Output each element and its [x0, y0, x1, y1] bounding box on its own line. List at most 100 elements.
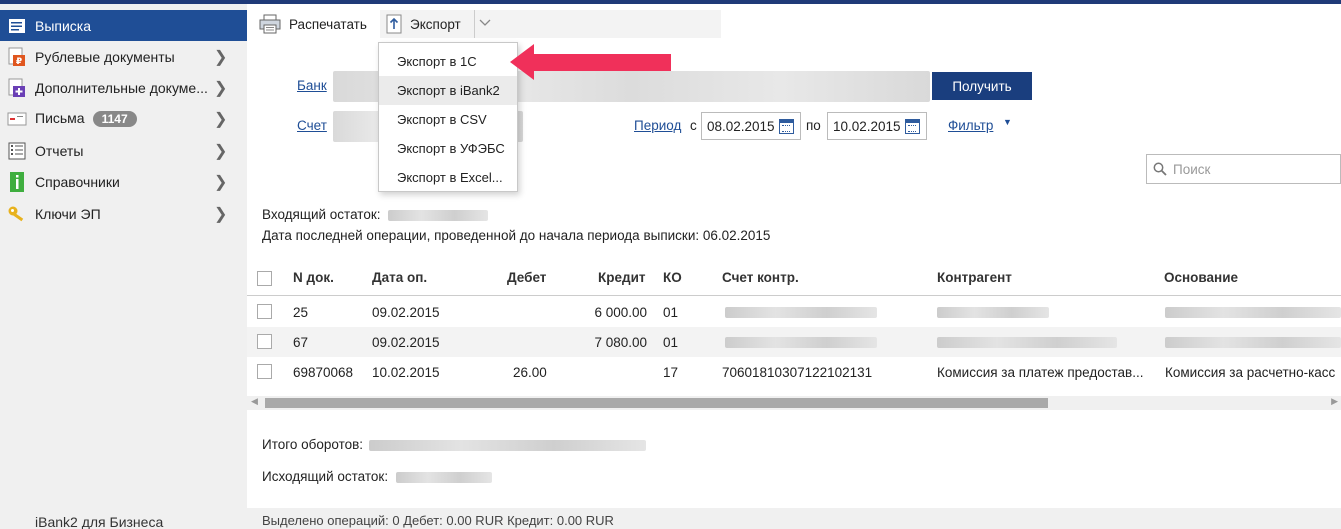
- report-icon: [7, 141, 27, 161]
- scrollbar-thumb[interactable]: [265, 398, 1048, 408]
- selection-summary: Выделено операций: 0 Дебет: 0.00 RUR Кре…: [262, 513, 614, 528]
- product-name: iBank2 для Бизнеса: [35, 514, 164, 529]
- sidebar-item-label: Отчеты: [35, 142, 84, 159]
- cell-doc-number: 25: [293, 305, 309, 320]
- from-label: с: [690, 118, 697, 133]
- sidebar-item-signature-keys[interactable]: Ключи ЭП ❯: [0, 198, 247, 229]
- column-header-counter-account[interactable]: Счет контр.: [722, 270, 799, 285]
- cell-doc-number: 69870068: [293, 365, 354, 380]
- period-link[interactable]: Период: [634, 118, 681, 133]
- calendar-icon[interactable]: [779, 119, 794, 134]
- scroll-right-icon[interactable]: ▶: [1331, 396, 1338, 407]
- cell-counterparty: Комиссия за платеж предостав...: [937, 365, 1144, 380]
- sidebar-item-label: Ключи ЭП: [35, 205, 101, 222]
- date-from-field[interactable]: 08.02.2015: [701, 112, 801, 140]
- export-dropdown-toggle[interactable]: [474, 10, 494, 38]
- search-icon: [1153, 162, 1167, 179]
- column-header-counterparty[interactable]: Контрагент: [937, 270, 1012, 285]
- menu-item-export-ufebs[interactable]: Экспорт в УФЭБС: [379, 134, 517, 163]
- toolbar: Распечатать Экспорт: [247, 4, 1341, 42]
- sidebar-item-directories[interactable]: Справочники ❯: [0, 166, 247, 197]
- chevron-right-icon: ❯: [214, 48, 228, 66]
- chevron-right-icon: ❯: [214, 205, 228, 223]
- select-all-checkbox[interactable]: [257, 271, 272, 286]
- sidebar-item-label: Письма 1147: [35, 110, 137, 127]
- ruble-document-icon: ₽: [7, 47, 27, 67]
- menu-item-export-1c[interactable]: Экспорт в 1С: [379, 47, 517, 76]
- sidebar-item-letters[interactable]: Письма 1147 ❯: [0, 103, 247, 134]
- chevron-right-icon: ❯: [214, 142, 228, 160]
- status-bar: Выделено операций: 0 Дебет: 0.00 RUR Кре…: [247, 508, 1341, 529]
- annotation-arrow-icon: [510, 44, 671, 80]
- get-statement-button[interactable]: Получить: [932, 72, 1032, 100]
- sidebar-item-label: Рублевые документы: [35, 48, 175, 65]
- cell-counter-account: 70601810307122102131: [722, 365, 873, 380]
- horizontal-scrollbar[interactable]: ◀ ▶: [247, 396, 1341, 410]
- print-button[interactable]: Распечатать: [259, 10, 367, 38]
- sidebar-item-statement[interactable]: Выписка: [0, 10, 247, 41]
- scroll-left-icon[interactable]: ◀: [251, 396, 258, 407]
- column-header-credit[interactable]: Кредит: [598, 270, 645, 285]
- cell-ko: 17: [663, 365, 679, 380]
- table-header-divider: [247, 295, 1341, 296]
- calendar-icon[interactable]: [905, 119, 920, 134]
- export-arrow-icon: [386, 14, 402, 34]
- statement-icon: [7, 16, 27, 36]
- svg-text:₽: ₽: [16, 57, 22, 67]
- cell-debit: 26.00: [513, 365, 547, 380]
- redacted-basis: [1165, 307, 1341, 318]
- column-header-operation-date[interactable]: Дата оп.: [372, 270, 427, 285]
- chevron-right-icon: ❯: [214, 173, 228, 191]
- column-header-debit[interactable]: Дебет: [507, 270, 546, 285]
- row-checkbox[interactable]: [257, 304, 272, 319]
- sidebar-item-reports[interactable]: Отчеты ❯: [0, 135, 247, 166]
- chevron-right-icon: ❯: [214, 79, 228, 97]
- menu-item-export-excel[interactable]: Экспорт в Excel...: [379, 163, 517, 192]
- menu-item-export-csv[interactable]: Экспорт в CSV: [379, 105, 517, 134]
- chevron-right-icon: ❯: [214, 110, 228, 128]
- account-link[interactable]: Счет: [297, 118, 327, 133]
- opening-balance: Входящий остаток:: [262, 207, 489, 222]
- cell-ko: 01: [663, 335, 679, 350]
- redacted-counter-account: [725, 307, 877, 318]
- export-menu: Экспорт в 1С Экспорт в iBank2 Экспорт в …: [378, 42, 518, 192]
- export-button[interactable]: Экспорт: [380, 10, 721, 38]
- cell-operation-date: 10.02.2015: [372, 365, 440, 380]
- table-row[interactable]: 67 09.02.2015 7 080.00 01: [247, 327, 1341, 357]
- row-checkbox[interactable]: [257, 364, 272, 379]
- menu-item-export-ibank2[interactable]: Экспорт в iBank2: [379, 76, 517, 105]
- printer-icon: [259, 14, 281, 34]
- column-header-basis[interactable]: Основание: [1164, 270, 1238, 285]
- table-row[interactable]: 69870068 10.02.2015 26.00 17 70601810307…: [247, 357, 1341, 387]
- row-checkbox[interactable]: [257, 334, 272, 349]
- closing-balance: Исходящий остаток:: [262, 469, 492, 484]
- to-label: по: [806, 118, 821, 133]
- bank-link[interactable]: Банк: [297, 78, 327, 93]
- filter-link[interactable]: Фильтр: [948, 118, 993, 133]
- sidebar: Выписка ₽ Рублевые документы ❯ Дополните…: [0, 4, 247, 529]
- column-header-ko[interactable]: КО: [663, 270, 682, 285]
- sidebar-item-label: Справочники: [35, 173, 120, 190]
- filter-dropdown-icon[interactable]: ▼: [1003, 117, 1012, 127]
- sidebar-item-ruble-documents[interactable]: ₽ Рублевые документы ❯: [0, 41, 247, 72]
- cell-credit: 6 000.00: [594, 305, 647, 320]
- letter-icon: [7, 109, 27, 129]
- chevron-down-icon: [479, 18, 491, 30]
- cell-credit: 7 080.00: [594, 335, 647, 350]
- cell-operation-date: 09.02.2015: [372, 335, 440, 350]
- cell-doc-number: 67: [293, 335, 309, 350]
- key-icon: [7, 204, 27, 224]
- sidebar-item-additional-documents[interactable]: Дополнительные докуме... ❯: [0, 72, 247, 103]
- unread-count-badge: 1147: [92, 111, 137, 127]
- redacted-value: [395, 471, 492, 483]
- redacted-basis: [1165, 337, 1341, 348]
- cell-basis: Комиссия за расчетно-касс: [1165, 365, 1336, 380]
- column-header-doc-number[interactable]: N док.: [293, 270, 334, 285]
- date-to-field[interactable]: 10.02.2015: [827, 112, 927, 140]
- table-row[interactable]: 25 09.02.2015 6 000.00 01: [247, 297, 1341, 327]
- redacted-counter-account: [725, 337, 877, 348]
- redacted-counterparty: [937, 337, 1117, 348]
- info-icon: [7, 171, 27, 192]
- search-input[interactable]: Поиск: [1146, 154, 1341, 184]
- last-operation-date: Дата последней операции, проведенной до …: [262, 228, 771, 243]
